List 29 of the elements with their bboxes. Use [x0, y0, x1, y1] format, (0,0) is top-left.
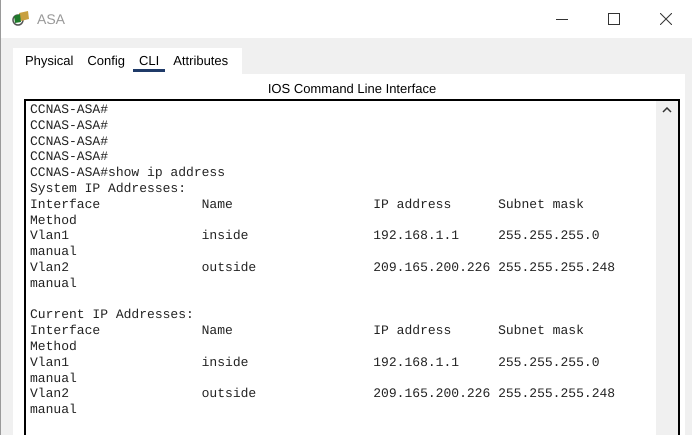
scrollbar[interactable] — [656, 101, 678, 435]
terminal-line: Vlan2 outside 209.165.200.226 255.255.255.248 — [30, 386, 616, 402]
terminal-line: CCNAS-ASA# — [30, 118, 110, 134]
terminal-line: Vlan2 outside 209.165.200.226 255.255.255.248 — [30, 260, 616, 276]
scroll-up-icon[interactable] — [662, 107, 672, 113]
terminal-line: Current IP Addresses: — [30, 307, 195, 324]
terminal-line: manual — [30, 402, 78, 418]
terminal-line: manual — [30, 276, 78, 292]
terminal-line: Method — [30, 338, 78, 355]
panel-heading: IOS Command Line Interface — [266, 80, 438, 98]
tab[interactable]: Config — [81, 48, 131, 72]
terminal-line: CCNAS-ASA#show ip address — [30, 165, 226, 181]
terminal-line: Vlan1 inside 192.168.1.1 255.255.255.0 — [30, 228, 600, 244]
terminal-line: Method — [30, 212, 78, 228]
terminal-line: CCNAS-ASA# — [30, 134, 110, 150]
terminal-line: System IP Addresses: — [30, 180, 188, 197]
minimize-icon — [556, 18, 568, 20]
maximize-icon — [608, 13, 620, 25]
terminal-line: CCNAS-ASA# — [30, 149, 110, 166]
terminal-line: manual — [30, 244, 78, 260]
tab[interactable]: Physical — [19, 48, 80, 72]
terminal-line: manual — [30, 370, 78, 386]
close-icon — [660, 13, 672, 25]
window-title: ASA — [37, 11, 66, 27]
tab[interactable]: Attributes — [167, 48, 234, 72]
terminal-line: CCNAS-ASA# — [30, 102, 110, 118]
terminal-line: Vlan1 inside 192.168.1.1 255.255.255.0 — [30, 354, 600, 371]
terminal-line: Interface Name IP address Subnet mask — [30, 196, 585, 213]
terminal-line: Interface Name IP address Subnet mask — [30, 323, 585, 339]
